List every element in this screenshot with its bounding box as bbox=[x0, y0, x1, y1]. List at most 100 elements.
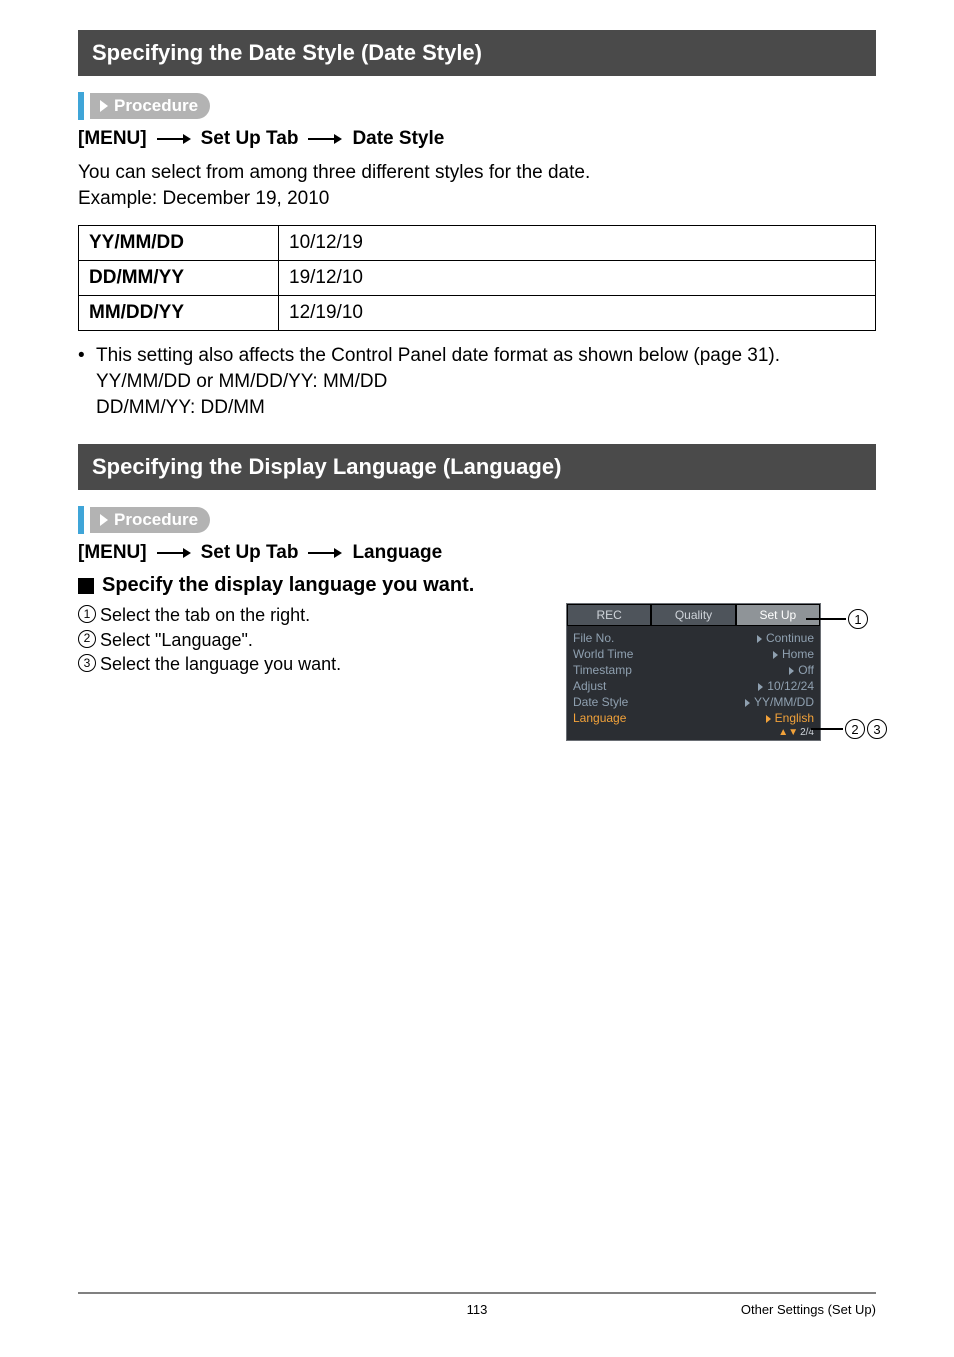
intro-line-1: You can select from among three differen… bbox=[78, 162, 590, 183]
date-format-label: MM/DD/YY bbox=[79, 296, 279, 331]
menu-row-value-text: English bbox=[775, 711, 814, 725]
menu-row-value: English bbox=[766, 711, 814, 725]
intro-line-2: Example: December 19, 2010 bbox=[78, 188, 329, 209]
menu-path-language: [MENU] Set Up Tab Language bbox=[78, 542, 876, 564]
arrow-icon bbox=[308, 547, 342, 559]
callout-2-3: 2 3 bbox=[811, 719, 887, 739]
screenshot-body: File No. Continue World Time Home Timestam… bbox=[567, 626, 820, 740]
step-text: Select the language you want. bbox=[100, 652, 341, 676]
menu-row-file-no: File No. Continue bbox=[573, 630, 814, 646]
step-number-icon: 2 bbox=[78, 630, 96, 648]
procedure-chip: Procedure bbox=[90, 507, 210, 533]
note-line: This setting also affects the Control Pa… bbox=[96, 345, 780, 366]
triangle-right-icon bbox=[758, 683, 763, 691]
menu-button-label: [MENU] bbox=[78, 128, 147, 150]
menu-row-label: Timestamp bbox=[573, 663, 632, 677]
procedure-label-row: Procedure bbox=[78, 92, 876, 120]
triangle-right-icon bbox=[766, 715, 771, 723]
date-style-intro: You can select from among three differen… bbox=[78, 160, 876, 211]
callout-number: 3 bbox=[867, 719, 887, 739]
menu-row-value-text: Off bbox=[798, 663, 814, 677]
footer-divider bbox=[78, 1292, 876, 1294]
step-number-icon: 1 bbox=[78, 605, 96, 623]
section-heading-language: Specifying the Display Language (Languag… bbox=[78, 444, 876, 490]
date-format-example: 19/12/10 bbox=[279, 261, 876, 296]
menu-row-label: File No. bbox=[573, 631, 614, 645]
menu-item-label: Date Style bbox=[352, 128, 444, 150]
procedure-label: Procedure bbox=[114, 510, 198, 530]
up-down-arrows-icon: ▲▼ bbox=[778, 727, 798, 738]
menu-row-adjust: Adjust 10/12/24 bbox=[573, 678, 814, 694]
callout-1: 1 bbox=[806, 609, 868, 629]
menu-button-label: [MENU] bbox=[78, 542, 147, 564]
subsection-row: Specify the display language you want. bbox=[78, 574, 876, 597]
table-row: MM/DD/YY 12/19/10 bbox=[79, 296, 876, 331]
menu-tab-label: Set Up Tab bbox=[201, 128, 299, 150]
procedure-label-row: Procedure bbox=[78, 506, 876, 534]
date-style-table: YY/MM/DD 10/12/19 DD/MM/YY 19/12/10 MM/D… bbox=[78, 225, 876, 331]
procedure-accent-bar bbox=[78, 506, 84, 534]
arrow-icon bbox=[157, 547, 191, 559]
page-footer: 113 Other Settings (Set Up) bbox=[78, 1292, 876, 1317]
menu-row-value: Continue bbox=[757, 631, 814, 645]
arrow-icon bbox=[157, 133, 191, 145]
menu-row-label: Adjust bbox=[573, 679, 606, 693]
arrow-icon bbox=[308, 133, 342, 145]
procedure-chip: Procedure bbox=[90, 93, 210, 119]
callout-number: 2 bbox=[845, 719, 865, 739]
menu-row-language: Language English bbox=[573, 710, 814, 726]
date-format-example: 12/19/10 bbox=[279, 296, 876, 331]
step-item: 3Select the language you want. bbox=[78, 652, 341, 676]
menu-row-date-style: Date Style YY/MM/DD bbox=[573, 694, 814, 710]
chevron-right-icon bbox=[100, 100, 108, 112]
menu-row-value-text: Continue bbox=[766, 631, 814, 645]
menu-row-value-text: Home bbox=[782, 647, 814, 661]
note-line: YY/MM/DD or MM/DD/YY: MM/DD bbox=[96, 371, 387, 392]
tab-rec: REC bbox=[567, 604, 651, 626]
chapter-title: Other Settings (Set Up) bbox=[741, 1302, 876, 1317]
screenshot-tabs: REC Quality Set Up bbox=[567, 604, 820, 626]
menu-row-value: Home bbox=[773, 647, 814, 661]
page-number: 113 bbox=[467, 1302, 488, 1317]
callout-line bbox=[806, 618, 846, 620]
date-style-note: This setting also affects the Control Pa… bbox=[78, 343, 876, 420]
menu-row-timestamp: Timestamp Off bbox=[573, 662, 814, 678]
step-text: Select the tab on the right. bbox=[100, 603, 310, 627]
step-number-icon: 3 bbox=[78, 654, 96, 672]
menu-row-value: YY/MM/DD bbox=[745, 695, 814, 709]
table-row: DD/MM/YY 19/12/10 bbox=[79, 261, 876, 296]
menu-row-world-time: World Time Home bbox=[573, 646, 814, 662]
camera-screenshot: REC Quality Set Up File No. Continue Worl… bbox=[566, 603, 821, 741]
menu-row-value: Off bbox=[789, 663, 814, 677]
triangle-right-icon bbox=[773, 651, 778, 659]
triangle-right-icon bbox=[757, 635, 762, 643]
table-row: YY/MM/DD 10/12/19 bbox=[79, 226, 876, 261]
menu-row-value: 10/12/24 bbox=[758, 679, 814, 693]
step-text: Select "Language". bbox=[100, 628, 253, 652]
triangle-right-icon bbox=[789, 667, 794, 675]
menu-row-value-text: 10/12/24 bbox=[767, 679, 814, 693]
note-line: DD/MM/YY: DD/MM bbox=[96, 397, 265, 418]
bullet-icon bbox=[78, 343, 96, 420]
date-format-label: DD/MM/YY bbox=[79, 261, 279, 296]
section-heading-date-style: Specifying the Date Style (Date Style) bbox=[78, 30, 876, 76]
language-steps: 1Select the tab on the right. 2Select "L… bbox=[78, 603, 341, 676]
callout-line bbox=[811, 728, 843, 730]
square-bullet-icon bbox=[78, 578, 94, 594]
menu-row-label: World Time bbox=[573, 647, 633, 661]
camera-screenshot-wrapper: REC Quality Set Up File No. Continue Worl… bbox=[566, 603, 876, 741]
page-indicator: ▲▼2/4 bbox=[778, 727, 814, 738]
triangle-right-icon bbox=[745, 699, 750, 707]
menu-row-label: Language bbox=[573, 711, 626, 725]
date-format-example: 10/12/19 bbox=[279, 226, 876, 261]
subsection-title: Specify the display language you want. bbox=[102, 574, 474, 597]
date-format-label: YY/MM/DD bbox=[79, 226, 279, 261]
step-item: 2Select "Language". bbox=[78, 628, 341, 652]
procedure-accent-bar bbox=[78, 92, 84, 120]
menu-tab-label: Set Up Tab bbox=[201, 542, 299, 564]
tab-quality: Quality bbox=[651, 604, 735, 626]
menu-row-value-text: YY/MM/DD bbox=[754, 695, 814, 709]
menu-row-label: Date Style bbox=[573, 695, 628, 709]
menu-item-label: Language bbox=[352, 542, 442, 564]
chevron-right-icon bbox=[100, 514, 108, 526]
